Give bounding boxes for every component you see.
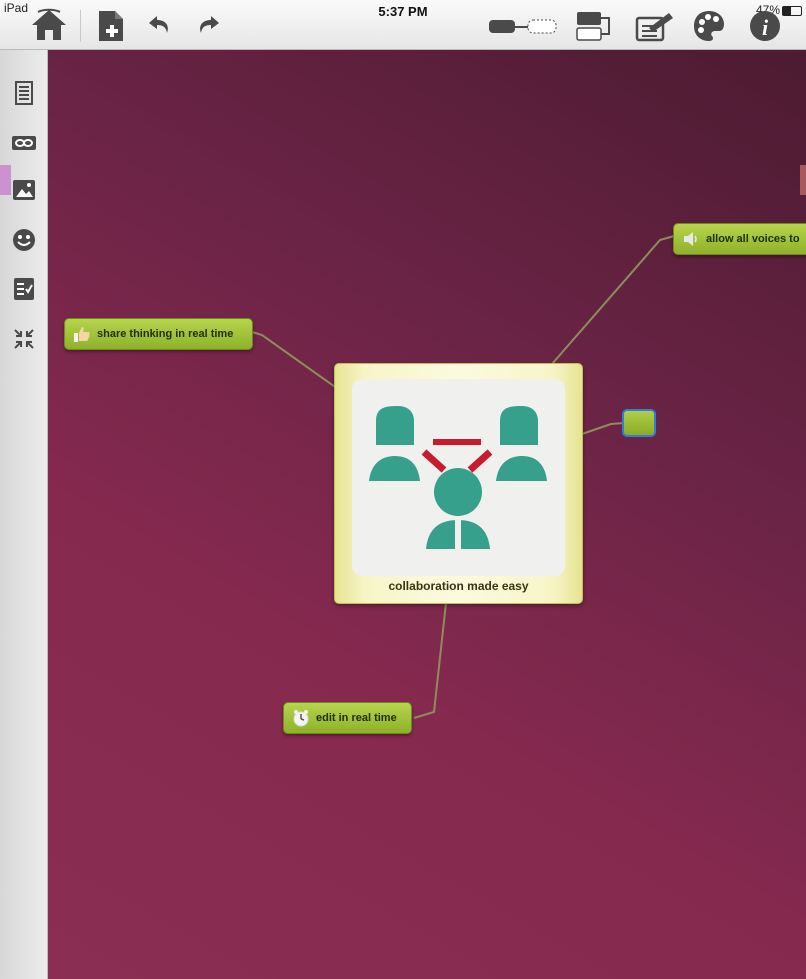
home-icon[interactable] <box>30 8 68 42</box>
mindmap-canvas[interactable]: share thinking in real time allow all vo… <box>48 50 806 979</box>
palette-icon[interactable] <box>692 9 726 43</box>
clock-icon <box>293 710 309 727</box>
toolbar-separator <box>80 10 81 42</box>
people-collaboration-icon <box>369 406 547 549</box>
task-list-icon[interactable] <box>11 276 37 302</box>
link-tool-icon[interactable] <box>488 16 558 38</box>
node-label: edit in real time <box>316 712 397 724</box>
info-icon[interactable]: i <box>749 10 781 42</box>
link-icon[interactable] <box>11 130 37 156</box>
notes-icon[interactable] <box>11 80 37 106</box>
central-label: collaboration made easy <box>388 579 529 593</box>
thumbs-up-icon <box>74 327 90 342</box>
connector-allow-voices <box>551 235 675 365</box>
central-node[interactable]: collaboration made easy <box>334 363 583 604</box>
connector-empty-node <box>581 422 625 435</box>
top-toolbar: iPad 5:37 PM 47% i <box>0 0 806 50</box>
speaker-icon <box>684 232 697 246</box>
right-edge-tab[interactable] <box>800 165 806 195</box>
export-icon[interactable] <box>635 10 675 42</box>
emoji-icon[interactable] <box>11 227 37 253</box>
image-icon[interactable] <box>11 177 37 203</box>
connector-edit-real-time <box>413 602 447 719</box>
redo-icon[interactable] <box>196 14 220 36</box>
undo-icon[interactable] <box>148 14 172 36</box>
node-label: allow all voices to <box>706 233 800 245</box>
battery-icon <box>782 6 802 16</box>
collapse-icon[interactable] <box>11 326 37 352</box>
svg-text:i: i <box>762 15 769 40</box>
connector-share-thinking <box>251 331 339 390</box>
central-image <box>352 379 565 576</box>
layout-icon[interactable] <box>575 10 615 42</box>
node-allow-voices[interactable]: allow all voices to <box>673 223 806 255</box>
new-document-icon[interactable] <box>97 10 125 42</box>
node-edit-real-time[interactable]: edit in real time <box>283 702 412 734</box>
node-label: share thinking in real time <box>97 328 234 340</box>
left-edge-tab[interactable] <box>0 165 11 195</box>
node-empty-selected[interactable] <box>622 409 656 437</box>
node-share-thinking[interactable]: share thinking in real time <box>64 318 253 350</box>
